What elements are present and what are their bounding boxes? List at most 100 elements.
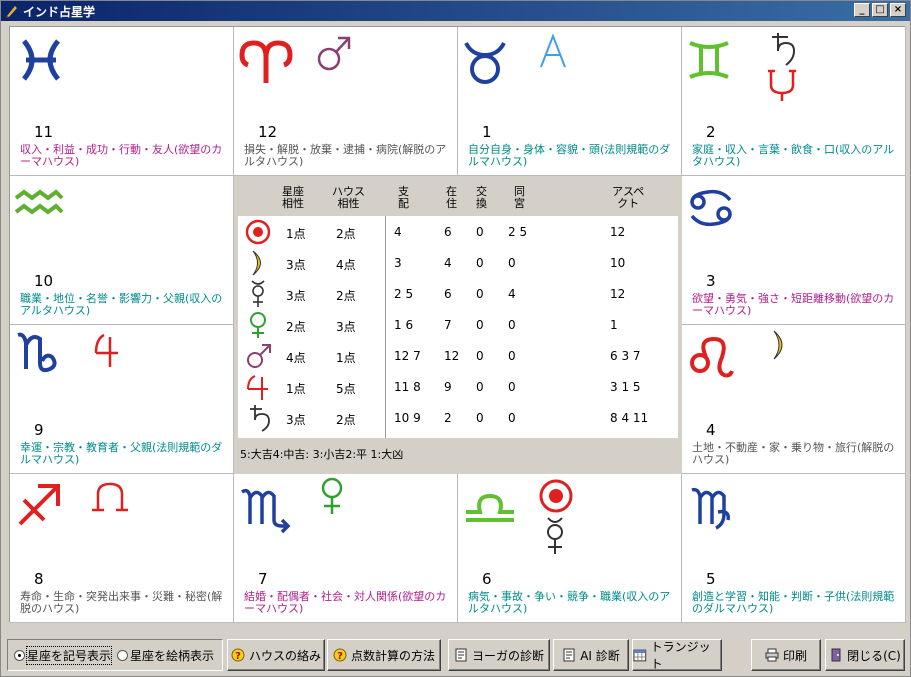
ketu-icon [92,482,128,512]
house-cell-7[interactable]: 7 結婚・配偶者・社会・対人関係(欲望のカーマハウス) [234,474,458,623]
cell-house: 2点 [336,289,356,303]
header-house: ハウス 相性 [332,186,365,210]
header-house-line2: 相性 [337,197,360,210]
venus-icon [321,477,343,514]
cell-dokyu: 0 [508,318,516,332]
pisces-icon [22,39,60,81]
house-cell-10[interactable]: 10 職業・地位・名誉・影響力・父親(収入のアルタハウス) [10,176,234,325]
yoga-diagnosis-button[interactable]: ヨーガの診断 [448,639,550,671]
horoscope-board: 11 収入・利益・成功・行動・友人(欲望のカーマハウス) 12 損失・解脱・放棄… [9,26,906,623]
control-bar: 星座を記号表示 星座を絵柄表示 ? ハウスの絡み ? 点数計算の方法 ヨーガの診… [1,633,910,676]
title-bar[interactable]: インド占星学 _ □ × [1,1,910,21]
house-number: 2 [706,123,716,141]
cell-zaiju: 2 [444,411,452,425]
header-aspect-line2: クト [617,197,640,210]
cell-kokan: 0 [476,256,484,270]
house-cell-5[interactable]: 5 創造と学習・知能・判断・子供(法則規範のダルマハウス) [682,474,906,623]
house-cell-12[interactable]: 12 損失・解脱・放棄・逮捕・病院(解脱のアルタハウス) [234,27,458,176]
cell-seiza: 3点 [286,258,306,272]
cell-aspect: 6 3 7 [610,349,641,363]
house-cell-2[interactable]: 2 家庭・収入・言葉・飲食・口(収入のアルタハウス) [682,27,906,176]
planet-score-panel: 星座 相性 ハウス 相性 支配 在住 交換 同宮 アスペ クト 1点 2点 4 6 0 2 51… [234,176,682,474]
aquarius-icon [14,189,64,215]
house-description: 自分自身・身体・容貌・頭(法則規範のダルマハウス) [468,143,671,168]
svg-text:?: ? [235,651,241,662]
cell-shihai: 3 [394,256,402,270]
radio-picture-label[interactable]: 星座を絵柄表示 [130,647,214,664]
house-description: 結婚・配偶者・社会・対人関係(欲望のカーマハウス) [244,590,447,615]
cell-shihai: 4 [394,225,402,239]
cell-dokyu: 0 [508,380,516,394]
cell-house: 2点 [336,227,356,241]
sun-icon [245,219,271,245]
house-number: 11 [34,123,54,141]
cell-zaiju: 6 [444,287,452,301]
radio-symbol-label[interactable]: 星座を記号表示 [25,645,113,665]
moon-icon [252,250,261,276]
house-number: 7 [258,570,268,588]
house-cell-9[interactable]: 9 幸運・宗教・教育者・父親(法則規範のダルマハウス) [10,325,234,474]
radio-picture[interactable] [117,649,129,661]
printer-icon [765,648,779,662]
house-number: 10 [34,272,54,290]
cell-shihai: 11 8 [394,380,421,394]
cell-dokyu: 0 [508,349,516,363]
house-cell-6[interactable]: 6 病気・事故・争い・競争・職業(収入のアルタハウス) [458,474,682,623]
house-cell-3[interactable]: 3 欲望・勇気・強さ・短距離移動(欲望のカーマハウス) [682,176,906,325]
cell-aspect: 1 [610,318,618,332]
transit-label: トランジット [650,640,711,671]
cell-house: 3点 [336,320,356,334]
cell-shihai: 10 9 [394,411,421,425]
help-icon: ? [231,648,245,662]
house-relation-button[interactable]: ? ハウスの絡み [227,639,325,671]
radio-symbol[interactable] [14,649,25,661]
aries-icon [239,40,293,83]
mars-icon [317,36,351,71]
transit-button[interactable]: トランジット [632,639,722,671]
house-relation-label: ハウスの絡み [248,648,321,663]
cell-aspect: 3 1 5 [610,380,641,394]
minimize-button[interactable]: _ [854,3,870,17]
header-kokan: 交換 [476,186,487,210]
document-icon [563,648,575,662]
cell-zaiju: 12 [444,349,460,363]
cell-dokyu: 4 [508,287,516,301]
cell-aspect: 12 [610,225,626,239]
score-table: 1点 2点 4 6 0 2 5 12 3点 4点 3 4 0 0 10 3点 2点 2 5 6 0 4 12 2点 3点 1 … [238,216,678,438]
ai-diagnosis-label: AI 診断 [580,648,620,663]
close-window-button[interactable]: × [890,3,906,17]
display-mode-group: 星座を記号表示 星座を絵柄表示 [7,639,223,671]
header-seiza-line2: 相性 [282,197,304,210]
maximize-button[interactable]: □ [872,3,888,17]
cell-kokan: 0 [476,411,484,425]
jupiter-icon [94,333,118,367]
cancer-icon [690,189,732,227]
cell-kokan: 0 [476,287,484,301]
print-button[interactable]: 印刷 [751,639,821,671]
print-label: 印刷 [782,648,807,663]
close-button[interactable]: 閉じる(C) [825,639,905,671]
table-row: 1点 2点 4 6 0 2 5 12 [238,217,678,247]
house-description: 収入・利益・成功・行動・友人(欲望のカーマハウス) [20,143,223,168]
house-cell-1[interactable]: 1 自分自身・身体・容貌・頭(法則規範のダルマハウス) [458,27,682,176]
header-dokyu: 同宮 [514,186,525,210]
mercury-icon [251,280,265,307]
house-cell-8[interactable]: 8 寿命・生命・突発出来事・災難・秘密(解脱のハウス) [10,474,234,623]
venus-icon [250,312,266,338]
capricorn-icon [17,332,57,373]
table-row: 3点 2点 2 5 6 0 4 12 [238,279,678,309]
house-cell-11[interactable]: 11 収入・利益・成功・行動・友人(欲望のカーマハウス) [10,27,234,176]
calendar-icon [633,649,647,662]
cell-aspect: 10 [610,256,626,270]
score-legend: 5:大吉4:中吉: 3:小吉2:平 1:大凶 [240,448,404,461]
header-zaiju-line2: 住 [446,197,457,210]
header-aspect: アスペ クト [612,186,644,210]
table-row: 1点 5点 11 8 9 0 0 3 1 5 [238,372,678,402]
house-cell-4[interactable]: 4 土地・不動産・家・乗り物・旅行(解脱のハウス) [682,325,906,474]
table-row: 4点 1点 12 7 12 0 0 6 3 7 [238,341,678,371]
cell-zaiju: 4 [444,256,452,270]
header-shihai: 支配 [398,186,409,210]
score-method-button[interactable]: ? 点数計算の方法 [327,639,441,671]
ai-diagnosis-button[interactable]: AI 診断 [553,639,629,671]
cell-aspect: 8 4 11 [610,411,649,425]
